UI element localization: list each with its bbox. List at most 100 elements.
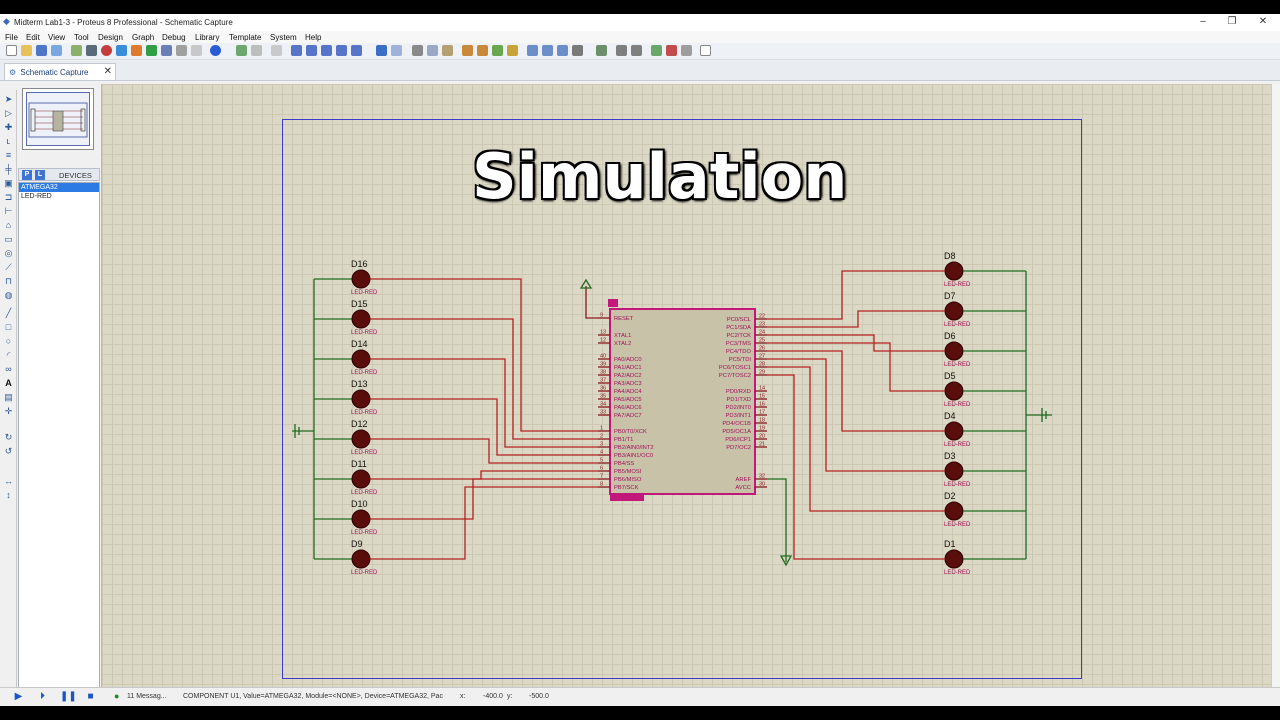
- new-icon[interactable]: [6, 45, 17, 56]
- tab-schematic-capture[interactable]: ⚙ Schematic Capture ✕: [4, 63, 116, 80]
- zoom-all-icon[interactable]: [336, 45, 347, 56]
- menu-help[interactable]: Help: [305, 33, 321, 42]
- remove-sheet-icon[interactable]: [666, 45, 677, 56]
- copy-icon[interactable]: [427, 45, 438, 56]
- overview-window[interactable]: [22, 88, 94, 150]
- menu-tool[interactable]: Tool: [74, 33, 89, 42]
- paste-icon[interactable]: [442, 45, 453, 56]
- zoom-in-icon[interactable]: [306, 45, 317, 56]
- menu-view[interactable]: View: [48, 33, 65, 42]
- schematic-tab-icon: ⚙: [9, 68, 17, 77]
- menu-library[interactable]: Library: [195, 33, 219, 42]
- 3d-icon[interactable]: [116, 45, 127, 56]
- box-tool-icon[interactable]: □: [3, 322, 14, 332]
- make-device-icon[interactable]: [542, 45, 553, 56]
- messages-count[interactable]: 11 Messag...: [127, 693, 167, 700]
- open-icon[interactable]: [21, 45, 32, 56]
- import-icon[interactable]: [51, 45, 62, 56]
- source-icon[interactable]: [176, 45, 187, 56]
- path-tool-icon[interactable]: ∞: [3, 364, 14, 374]
- exit-to-parent-icon[interactable]: [681, 45, 692, 56]
- terminals-icon[interactable]: ⊐: [3, 192, 14, 202]
- menu-file[interactable]: File: [5, 33, 18, 42]
- zoom-out-icon[interactable]: [321, 45, 332, 56]
- vertical-scrollbar[interactable]: [1271, 84, 1280, 692]
- wire-label-icon[interactable]: ʟ: [3, 136, 14, 146]
- marker-tool-icon[interactable]: ✛: [3, 406, 14, 416]
- cut-icon[interactable]: [412, 45, 423, 56]
- buses-icon[interactable]: ╪: [3, 164, 14, 174]
- mirror-y-icon[interactable]: ↕: [3, 490, 14, 500]
- pause-icon[interactable]: ❚❚: [60, 691, 77, 703]
- zoom-area-icon[interactable]: [351, 45, 362, 56]
- rotate-ccw-icon[interactable]: ↺: [3, 446, 14, 456]
- stop-icon[interactable]: ■: [84, 691, 97, 703]
- block-delete-icon[interactable]: [507, 45, 518, 56]
- mcu-pin-number: 36: [600, 386, 606, 392]
- selection-mode-icon[interactable]: ➤: [3, 94, 14, 104]
- new-sheet-icon[interactable]: [651, 45, 662, 56]
- origin-icon[interactable]: [271, 45, 282, 56]
- minimize-button[interactable]: –: [1192, 15, 1214, 29]
- home-icon[interactable]: [71, 45, 82, 56]
- message-status-icon[interactable]: ●: [114, 691, 119, 701]
- property-assignment-icon[interactable]: [631, 45, 642, 56]
- junction-dot-icon[interactable]: ✚: [3, 122, 14, 132]
- pick-device-icon[interactable]: [527, 45, 538, 56]
- graph-mode-icon[interactable]: ⌂: [3, 220, 14, 230]
- arc-tool-icon[interactable]: ◜: [3, 350, 14, 360]
- undo-icon[interactable]: [376, 45, 387, 56]
- close-tab-button[interactable]: ✕: [104, 66, 112, 77]
- pcb-icon[interactable]: [101, 45, 112, 56]
- menu-edit[interactable]: Edit: [26, 33, 40, 42]
- schematic-icon[interactable]: [86, 45, 97, 56]
- maximize-button[interactable]: ❐: [1221, 15, 1243, 29]
- pan-icon[interactable]: [291, 45, 302, 56]
- report-icon[interactable]: [700, 45, 711, 56]
- rotate-cw-icon[interactable]: ↻: [3, 432, 14, 442]
- line-tool-icon[interactable]: ╱: [3, 308, 14, 318]
- menu-debug[interactable]: Debug: [162, 33, 186, 42]
- device-item-atmega32[interactable]: ATMEGA32: [19, 183, 99, 192]
- device-pins-icon[interactable]: ⊢: [3, 206, 14, 216]
- notes-icon[interactable]: [191, 45, 202, 56]
- current-probe-icon[interactable]: ⊓: [3, 276, 14, 286]
- refresh-icon[interactable]: [236, 45, 247, 56]
- text-tool-icon[interactable]: A: [3, 378, 14, 388]
- device-item-led-red[interactable]: LED-RED: [19, 192, 99, 201]
- package-tool-icon[interactable]: [557, 45, 568, 56]
- component-mode-icon[interactable]: ▷: [3, 108, 14, 118]
- tape-recorder-icon[interactable]: ▭: [3, 234, 14, 244]
- block-copy-icon[interactable]: [462, 45, 473, 56]
- mirror-x-icon[interactable]: ↔: [3, 476, 14, 486]
- redo-icon[interactable]: [391, 45, 402, 56]
- bom-icon[interactable]: [146, 45, 157, 56]
- decompose-icon[interactable]: [572, 45, 583, 56]
- block-rotate-icon[interactable]: [492, 45, 503, 56]
- close-window-button[interactable]: ✕: [1252, 15, 1274, 29]
- wire-autorouter-icon[interactable]: [596, 45, 607, 56]
- pick-devices-button[interactable]: P: [22, 170, 32, 180]
- save-icon[interactable]: [36, 45, 47, 56]
- symbol-tool-icon[interactable]: ▤: [3, 392, 14, 402]
- generator-icon[interactable]: ◎: [3, 248, 14, 258]
- led-body-d6: [944, 341, 964, 361]
- help-icon[interactable]: [210, 45, 221, 56]
- menu-design[interactable]: Design: [98, 33, 123, 42]
- netlist-icon[interactable]: [161, 45, 172, 56]
- virtual-instruments-icon[interactable]: ◍: [3, 290, 14, 300]
- search-icon[interactable]: [616, 45, 627, 56]
- menu-system[interactable]: System: [270, 33, 297, 42]
- grid-icon[interactable]: [251, 45, 262, 56]
- gerber-icon[interactable]: [131, 45, 142, 56]
- library-manager-button[interactable]: L: [35, 170, 45, 180]
- block-move-icon[interactable]: [477, 45, 488, 56]
- circle-tool-icon[interactable]: ○: [3, 336, 14, 346]
- menu-template[interactable]: Template: [229, 33, 261, 42]
- menu-graph[interactable]: Graph: [132, 33, 154, 42]
- step-icon[interactable]: ⏵: [36, 691, 49, 703]
- subcircuit-icon[interactable]: ▣: [3, 178, 14, 188]
- voltage-probe-icon[interactable]: ⟋: [3, 262, 14, 272]
- text-script-icon[interactable]: ≡: [3, 150, 14, 160]
- play-icon[interactable]: ▶: [12, 691, 25, 703]
